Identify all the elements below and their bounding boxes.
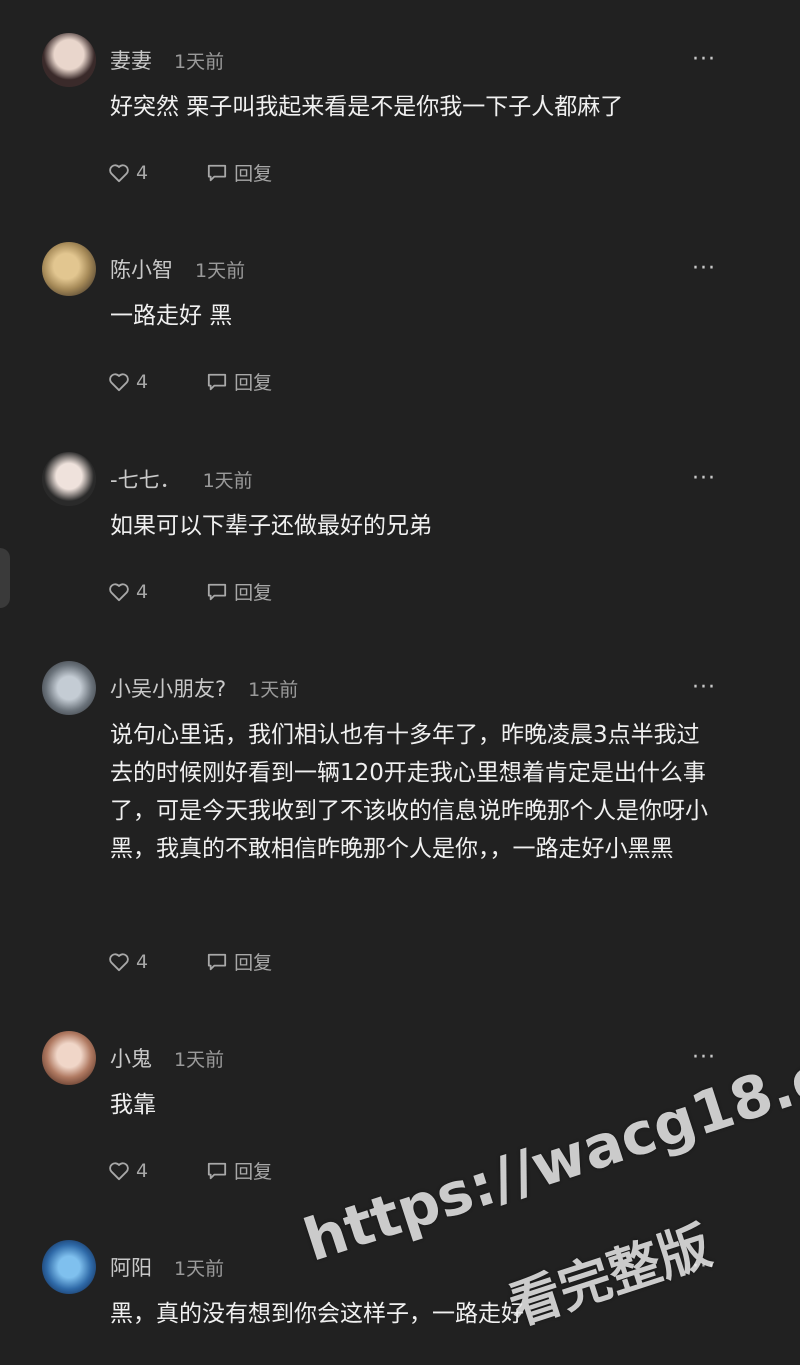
speech-bubble-icon [208,164,227,181]
comment-item: -七七． 1天前 ··· 如果可以下辈子还做最好的兄弟 4 回复 [0,452,800,642]
comment-item: 陈小智 1天前 ··· 一路走好 黑 4 回复 [0,242,800,432]
more-options-icon[interactable]: ··· [692,47,716,72]
comment-actions: 4 回复 [108,948,272,975]
comment-actions: 4 回复 [108,159,272,186]
comment-actions: 4 回复 [108,1157,272,1184]
comment-text: 说句心里话，我们相认也有十多年了，昨晚凌晨3点半我过去的时候刚好看到一辆120开… [110,722,708,862]
like-button[interactable]: 4 [108,371,148,393]
like-count: 4 [136,370,149,393]
reply-button[interactable]: 回复 [206,368,272,395]
like-button[interactable]: 4 [108,581,148,603]
heart-outline-icon [109,163,129,182]
heart-outline-icon [109,952,129,971]
comment-text: 如果可以下辈子还做最好的兄弟 [110,513,432,539]
reply-button[interactable]: 回复 [206,1157,272,1184]
avatar[interactable] [42,242,96,296]
timestamp: 1天前 [202,470,253,492]
heart-outline-icon [109,1161,129,1180]
like-count: 4 [136,1159,149,1182]
username[interactable]: 陈小智 [110,258,173,282]
like-button[interactable]: 4 [108,951,148,973]
avatar[interactable] [42,661,96,715]
reply-label: 回复 [234,1161,273,1183]
username[interactable]: -七七． [110,468,181,492]
timestamp: 1天前 [174,1258,225,1280]
avatar[interactable] [42,1031,96,1085]
speech-bubble-icon [208,373,227,390]
avatar[interactable] [42,1240,96,1294]
more-options-icon[interactable]: ··· [692,466,716,491]
heart-outline-icon [109,582,129,601]
reply-button[interactable]: 回复 [206,159,272,186]
comment-actions: 4 回复 [108,578,272,605]
more-options-icon[interactable]: ··· [692,1045,716,1070]
speech-bubble-icon [208,1162,227,1179]
reply-label: 回复 [234,372,273,394]
reply-label: 回复 [234,952,273,974]
reply-button[interactable]: 回复 [206,948,272,975]
username[interactable]: 妻妻 [110,49,152,73]
comment-item: 妻妻 1天前 ··· 好突然 栗子叫我起来看是不是你我一下子人都麻了 4 回复 [0,33,800,223]
username[interactable]: 小吴小朋友? [110,677,226,701]
like-count: 4 [136,950,149,973]
heart-outline-icon [109,372,129,391]
comment-text: 一路走好 黑 [110,303,233,329]
like-count: 4 [136,161,149,184]
comment-actions: 4 回复 [108,368,272,395]
comment-item: 小吴小朋友? 1天前 ··· 说句心里话，我们相认也有十多年了，昨晚凌晨3点半我过… [0,661,800,991]
timestamp: 1天前 [248,679,299,701]
comment-text: 好突然 栗子叫我起来看是不是你我一下子人都麻了 [110,94,624,120]
timestamp: 1天前 [174,51,225,73]
more-options-icon[interactable]: ··· [692,256,716,281]
timestamp: 1天前 [195,260,246,282]
reply-button[interactable]: 回复 [206,578,272,605]
comment-text: 黑，真的没有想到你会这样子，一路走好 [110,1301,524,1327]
username[interactable]: 阿阳 [110,1256,152,1280]
avatar[interactable] [42,33,96,87]
like-count: 4 [136,580,149,603]
like-button[interactable]: 4 [108,1160,148,1182]
speech-bubble-icon [208,953,227,970]
reply-label: 回复 [234,163,273,185]
more-options-icon[interactable]: ··· [692,675,716,700]
like-button[interactable]: 4 [108,162,148,184]
avatar[interactable] [42,452,96,506]
username[interactable]: 小鬼 [110,1047,152,1071]
reply-label: 回复 [234,582,273,604]
timestamp: 1天前 [174,1049,225,1071]
speech-bubble-icon [208,583,227,600]
